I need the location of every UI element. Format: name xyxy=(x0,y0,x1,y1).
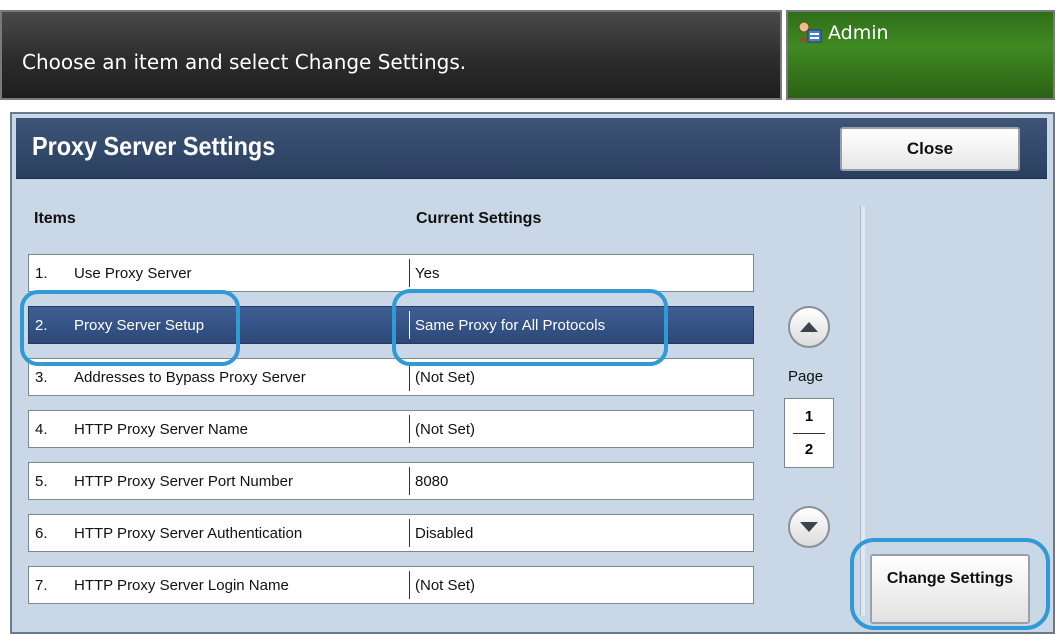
column-header-current-settings: Current Settings xyxy=(416,210,542,227)
row-item-name: Addresses to Bypass Proxy Server xyxy=(74,369,306,386)
column-separator xyxy=(409,571,410,599)
row-item-name: HTTP Proxy Server Name xyxy=(74,421,248,438)
down-arrow-icon xyxy=(800,522,818,532)
row-current-value: (Not Set) xyxy=(415,577,476,594)
settings-row-http-proxy-login-name[interactable]: 7. HTTP Proxy Server Login Name (Not Set… xyxy=(28,566,754,604)
divider xyxy=(860,206,865,616)
column-separator xyxy=(409,311,410,339)
row-current-value: 8080 xyxy=(415,473,449,490)
message-bar: Choose an item and select Change Setting… xyxy=(0,10,782,100)
close-button[interactable]: Close xyxy=(840,127,1020,171)
page-indicator: 1 2 xyxy=(784,398,834,468)
column-separator xyxy=(409,415,410,443)
row-current-value: (Not Set) xyxy=(415,369,476,386)
page-title: Proxy Server Settings xyxy=(32,131,276,161)
up-arrow-icon xyxy=(800,322,818,332)
settings-row-http-proxy-port[interactable]: 5. HTTP Proxy Server Port Number 8080 xyxy=(28,462,754,500)
row-item-name: Proxy Server Setup xyxy=(74,317,205,334)
row-item-name: Use Proxy Server xyxy=(74,265,192,282)
admin-label: Admin xyxy=(828,22,889,44)
panel-header: Proxy Server Settings Close xyxy=(16,118,1047,179)
page-label: Page xyxy=(788,368,824,385)
row-item-name: HTTP Proxy Server Login Name xyxy=(74,577,289,594)
admin-user-icon xyxy=(796,20,822,44)
change-settings-button[interactable]: Change Settings xyxy=(870,554,1030,624)
settings-row-http-proxy-server-name[interactable]: 4. HTTP Proxy Server Name (Not Set) xyxy=(28,410,754,448)
row-number: 2. xyxy=(35,317,48,334)
column-separator xyxy=(409,259,410,287)
row-item-name: HTTP Proxy Server Port Number xyxy=(74,473,293,490)
page-current: 1 xyxy=(804,408,814,425)
column-separator xyxy=(409,363,410,391)
column-separator xyxy=(409,467,410,495)
admin-login-button[interactable]: Admin xyxy=(786,10,1055,100)
column-header-items: Items xyxy=(34,210,76,227)
settings-row-proxy-server-setup[interactable]: 2. Proxy Server Setup Same Proxy for All… xyxy=(28,306,754,344)
page-total: 2 xyxy=(804,441,814,458)
row-number: 1. xyxy=(35,265,48,282)
row-current-value: Yes xyxy=(415,265,440,282)
row-item-name: HTTP Proxy Server Authentication xyxy=(74,525,303,542)
row-number: 6. xyxy=(35,525,48,542)
proxy-settings-panel: Proxy Server Settings Close Items Curren… xyxy=(10,112,1055,634)
settings-row-bypass-addresses[interactable]: 3. Addresses to Bypass Proxy Server (Not… xyxy=(28,358,754,396)
row-number: 5. xyxy=(35,473,48,490)
settings-row-http-proxy-authentication[interactable]: 6. HTTP Proxy Server Authentication Disa… xyxy=(28,514,754,552)
page-up-button[interactable] xyxy=(788,306,830,348)
instruction-message: Choose an item and select Change Setting… xyxy=(22,50,467,74)
row-current-value: Disabled xyxy=(415,525,474,542)
page-down-button[interactable] xyxy=(788,506,830,548)
row-current-value: (Not Set) xyxy=(415,421,476,438)
row-number: 4. xyxy=(35,421,48,438)
row-number: 7. xyxy=(35,577,48,594)
row-number: 3. xyxy=(35,369,48,386)
row-current-value: Same Proxy for All Protocols xyxy=(415,317,606,334)
column-separator xyxy=(409,519,410,547)
page-divider xyxy=(793,433,825,434)
settings-row-use-proxy-server[interactable]: 1. Use Proxy Server Yes xyxy=(28,254,754,292)
